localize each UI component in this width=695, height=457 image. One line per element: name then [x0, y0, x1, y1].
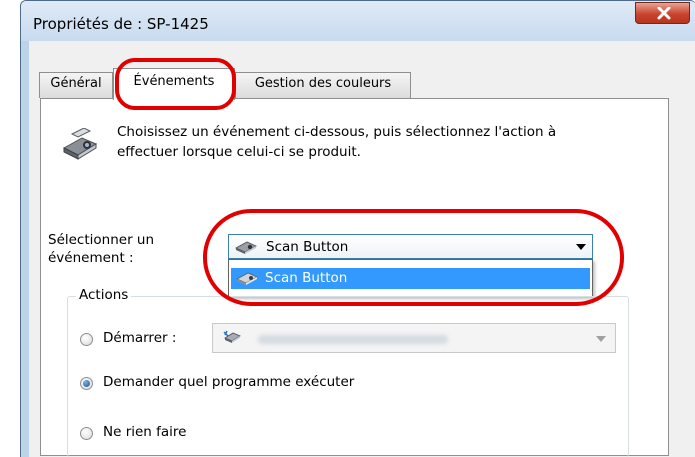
event-description: Choisissez un événement ci-dessous, puis…: [117, 124, 557, 160]
program-combobox[interactable]: [212, 323, 616, 353]
tab-general[interactable]: Général: [39, 72, 113, 98]
chevron-down-icon: [596, 336, 606, 342]
tab-gestion-couleurs-label: Gestion des couleurs: [254, 76, 392, 91]
close-button[interactable]: [635, 2, 690, 24]
combo-highlight-annotation: [203, 209, 624, 306]
program-icon: [223, 330, 241, 343]
select-event-label-line2: événement :: [48, 250, 134, 266]
nothing-radio[interactable]: [80, 427, 93, 440]
actions-group-label: Actions: [76, 287, 132, 303]
tab-highlight-annotation: [115, 58, 236, 110]
program-name-blurred: [258, 335, 448, 344]
close-icon: [657, 7, 671, 20]
scanner-icon: [62, 128, 98, 160]
tab-gestion-couleurs[interactable]: Gestion des couleurs: [235, 72, 411, 98]
select-event-label-line1: Sélectionner un: [48, 232, 155, 248]
nothing-radio-label[interactable]: Ne rien faire: [103, 424, 187, 440]
ask-radio[interactable]: [80, 377, 93, 390]
start-radio-label[interactable]: Démarrer :: [103, 330, 176, 346]
title-bar[interactable]: Propriétés de : SP-1425: [21, 1, 695, 41]
start-radio[interactable]: [80, 333, 93, 346]
ask-radio-label[interactable]: Demander quel programme exécuter: [103, 374, 354, 390]
tab-general-label: Général: [50, 76, 102, 91]
window-title: Propriétés de : SP-1425: [33, 15, 209, 33]
